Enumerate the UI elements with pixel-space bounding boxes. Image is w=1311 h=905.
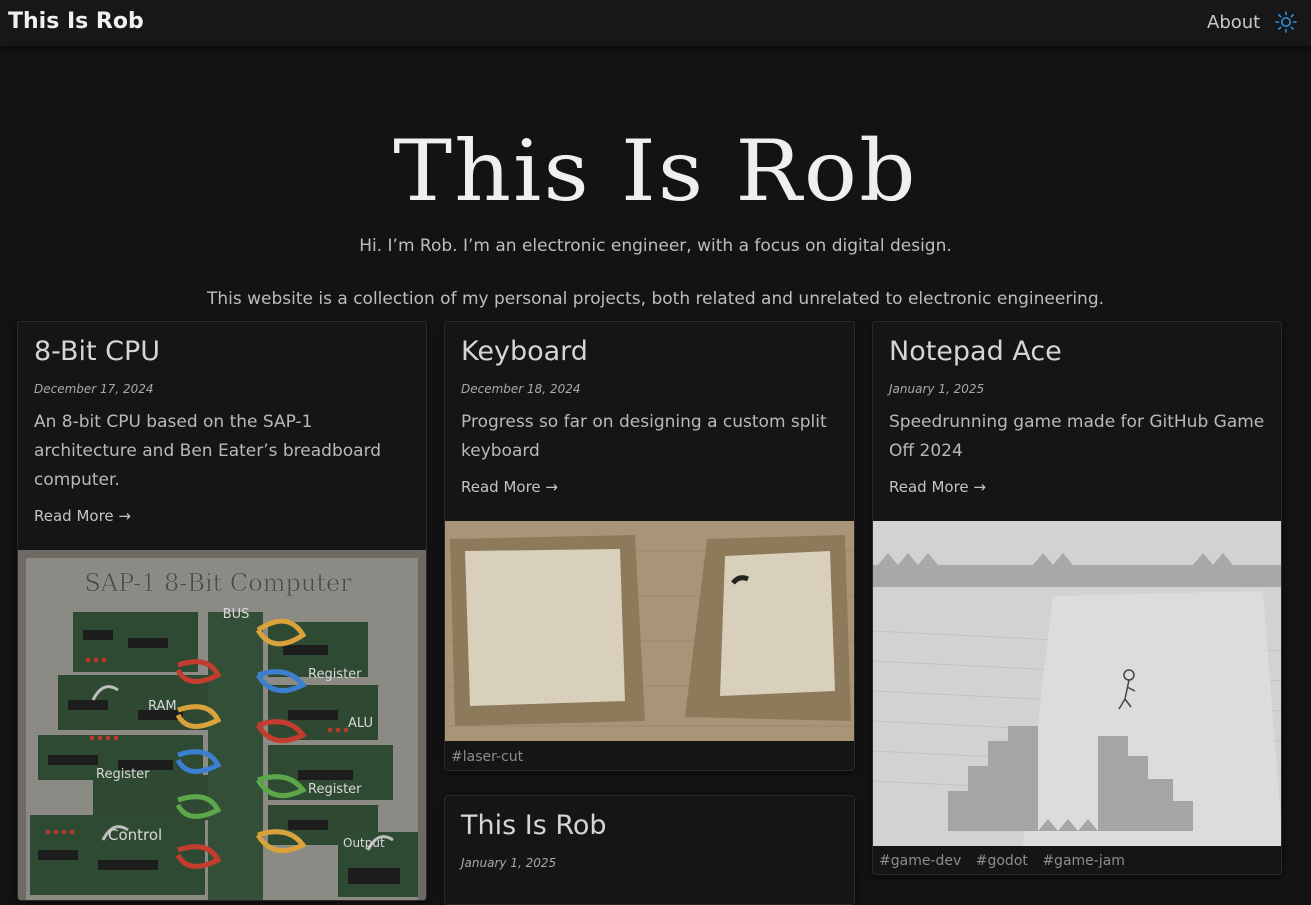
cpu-board-illustration: SAP-1 8-Bit Computer BUS RAM Register Re…: [18, 550, 426, 900]
card-date: January 1, 2025: [889, 382, 985, 396]
register-b-label: Register: [96, 767, 150, 782]
nav-brand-link[interactable]: This Is Rob: [8, 9, 144, 34]
read-more-link[interactable]: Read More →: [461, 478, 558, 496]
tag-game-jam[interactable]: #game-jam: [1042, 853, 1125, 869]
card-date: December 17, 2024: [34, 382, 154, 396]
register-top-label: Register: [308, 782, 362, 797]
card-summary: Progress so far on designing a custom sp…: [461, 412, 827, 461]
card-tags: #laser-cut: [451, 749, 533, 765]
read-more-link[interactable]: Read More →: [889, 478, 986, 496]
sun-icon: [1275, 11, 1297, 33]
card-date: January 1, 2025: [461, 856, 557, 870]
ram-label: RAM: [148, 699, 177, 714]
control-label: Control: [108, 826, 162, 844]
card-date: December 18, 2024: [461, 382, 581, 396]
project-card-notepad-ace[interactable]: Notepad Ace January 1, 2025 Speedrunning…: [872, 321, 1282, 875]
keyboard-photo[interactable]: [445, 521, 854, 741]
board-title-text: SAP-1 8-Bit Computer: [84, 569, 352, 597]
read-more-link[interactable]: Read More →: [34, 507, 131, 525]
output-label: Output: [343, 836, 385, 850]
card-summary: Speedrunning game made for GitHub Game O…: [889, 412, 1265, 461]
card-title-link[interactable]: This Is Rob: [461, 810, 607, 841]
card-tags: #game-dev #godot #game-jam: [879, 853, 1135, 869]
nav-about-link[interactable]: About: [1207, 12, 1260, 33]
card-title-link[interactable]: Keyboard: [461, 336, 588, 367]
alu-label: ALU: [348, 716, 373, 731]
tag-game-dev[interactable]: #game-dev: [879, 853, 961, 869]
hero-intro: Hi. I’m Rob. I’m an electronic engineer,…: [359, 236, 952, 256]
notepad-ace-screenshot[interactable]: [873, 521, 1281, 846]
tag-godot[interactable]: #godot: [976, 853, 1028, 869]
hero-title: This Is Rob: [393, 122, 918, 220]
card-title-link[interactable]: 8-Bit CPU: [34, 336, 160, 367]
cpu-board-photo[interactable]: SAP-1 8-Bit Computer BUS RAM Register Re…: [18, 550, 426, 900]
hero-description: This website is a collection of my perso…: [206, 289, 1105, 309]
project-card-this-is-rob[interactable]: This Is Rob January 1, 2025: [444, 795, 855, 905]
bus-label: BUS: [223, 607, 250, 622]
project-card-keyboard[interactable]: Keyboard December 18, 2024 Progress so f…: [444, 321, 855, 771]
project-card-8bit-cpu[interactable]: 8-Bit CPU December 17, 2024 An 8-bit CPU…: [17, 321, 427, 901]
navbar: This Is Rob About: [0, 0, 1311, 46]
card-title-link[interactable]: Notepad Ace: [889, 336, 1062, 367]
register-a-label: Register: [308, 667, 362, 682]
card-summary: An 8-bit CPU based on the SAP-1 architec…: [34, 412, 382, 490]
keyboard-illustration: [445, 521, 854, 741]
notepad-ace-illustration: [873, 521, 1281, 846]
theme-toggle-button[interactable]: [1275, 11, 1297, 33]
tag-laser-cut[interactable]: #laser-cut: [451, 749, 523, 765]
